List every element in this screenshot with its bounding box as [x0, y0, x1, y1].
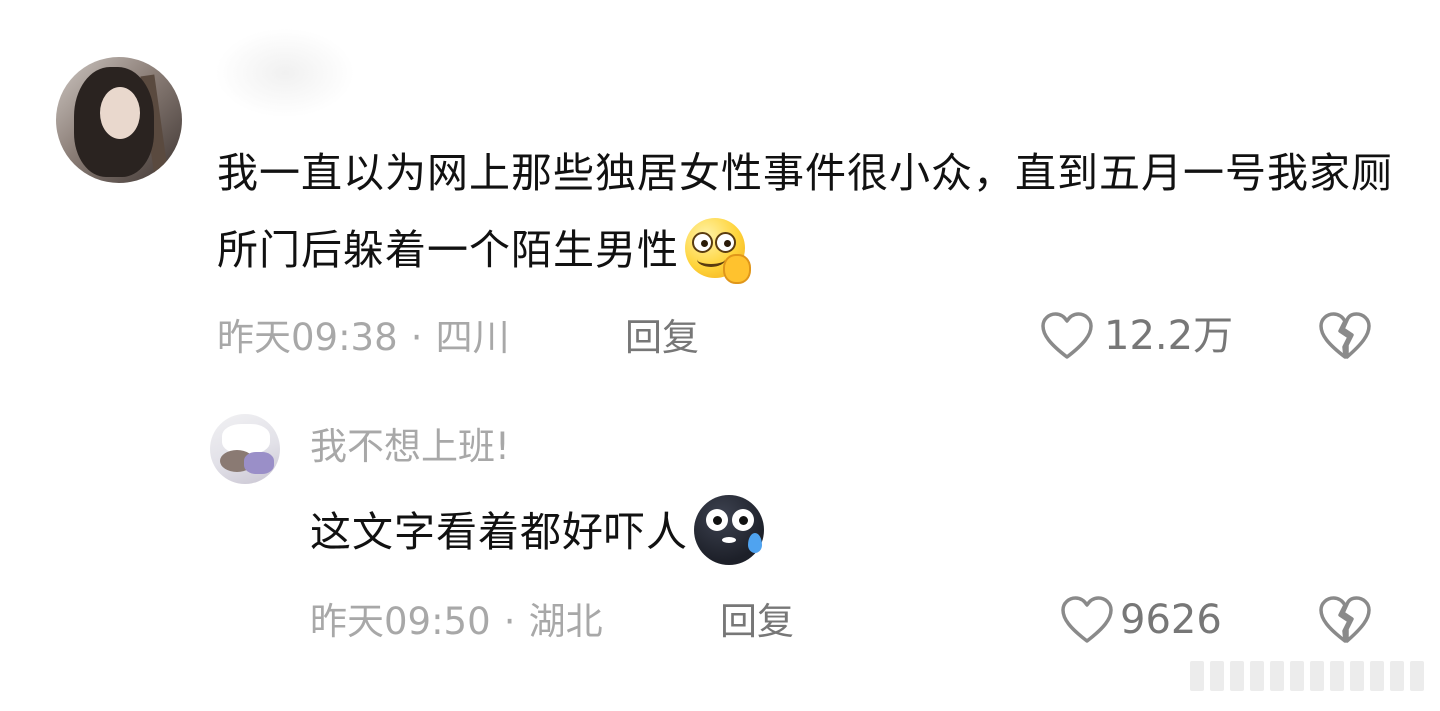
reply-location: 湖北	[528, 600, 603, 643]
scared-emoji-icon	[690, 491, 770, 571]
like-button[interactable]: 12.2万	[1040, 310, 1233, 362]
reply-meta: 昨天09:50 · 湖北	[310, 599, 603, 645]
meta-separator: ·	[410, 316, 423, 359]
reply-to-reply-button[interactable]: 回复	[720, 599, 794, 645]
reply-body: 这文字看着都好吓人	[310, 495, 1010, 571]
replier-avatar[interactable]	[210, 414, 280, 484]
meta-separator: ·	[503, 600, 516, 643]
comment-text: 我一直以为网上那些独居女性事件很小众，直到五月一号我家厕所门后躲着一个陌生男性	[217, 149, 1393, 274]
blurred-username	[215, 28, 355, 118]
comment-thread: 我一直以为网上那些独居女性事件很小众，直到五月一号我家厕所门后躲着一个陌生男性 …	[0, 0, 1440, 711]
reply-button[interactable]: 回复	[625, 315, 699, 361]
broken-heart-icon	[1319, 596, 1371, 643]
comment-time: 昨天09:38	[217, 316, 398, 359]
heart-outline-icon	[1061, 596, 1113, 643]
reply-dislike-button[interactable]	[1318, 595, 1372, 645]
comment-meta: 昨天09:38 · 四川	[217, 315, 510, 361]
heart-outline-icon	[1041, 312, 1093, 359]
like-count: 12.2万	[1104, 313, 1234, 359]
reply-like-button[interactable]: 9626	[1060, 594, 1222, 646]
reply-time: 昨天09:50	[310, 600, 491, 643]
dislike-button[interactable]	[1318, 311, 1372, 361]
reply-like-count: 9626	[1120, 597, 1222, 643]
avatar-face	[100, 87, 140, 139]
avatar-pillow	[222, 424, 270, 454]
commenter-avatar[interactable]	[56, 57, 182, 183]
broken-heart-icon	[1319, 312, 1371, 359]
smirk-emoji-icon	[681, 212, 753, 284]
reply-text: 这文字看着都好吓人	[310, 508, 688, 556]
avatar-blanket	[244, 452, 274, 474]
reply-username[interactable]: 我不想上班!	[310, 424, 510, 470]
comment-location: 四川	[435, 316, 510, 359]
comment-body: 我一直以为网上那些独居女性事件很小众，直到五月一号我家厕所门后躲着一个陌生男性	[217, 135, 1397, 289]
watermark	[1190, 658, 1426, 694]
